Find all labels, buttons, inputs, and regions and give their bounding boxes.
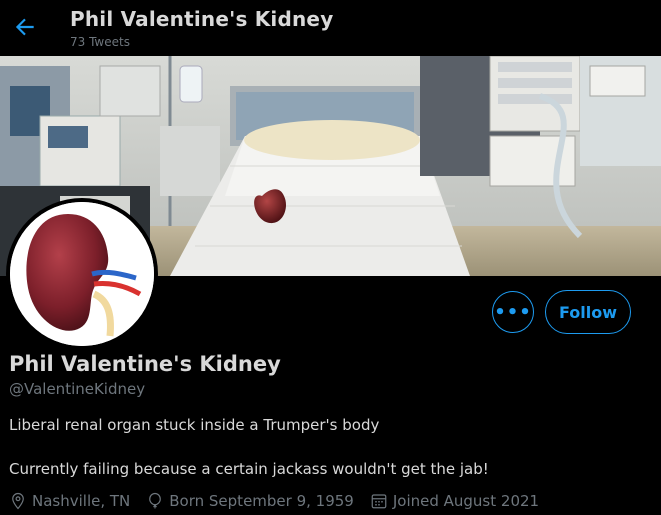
joined-item: Joined August 2021 [370,492,539,510]
calendar-icon [371,494,387,509]
bio-line-1: Liberal renal organ stuck inside a Trump… [9,416,380,434]
profile-handle: @ValentineKidney [9,380,146,398]
location-item: Nashville, TN [9,492,130,510]
map-pin-icon [12,492,24,510]
arrow-left-icon [15,18,34,36]
bio-line-2: Currently failing because a certain jack… [9,460,489,478]
birthday-text: Born September 9, 1959 [169,492,354,510]
joined-text: Joined August 2021 [392,492,540,510]
profile-header: Phil Valentine's Kidney 73 Tweets [0,0,661,56]
tweet-count: 73 Tweets [70,35,130,49]
follow-button[interactable]: Follow [545,290,631,334]
kidney-illustration [10,202,154,346]
balloon-icon [149,492,162,509]
profile-meta: Nashville, TN Born September 9, 1959 Joi… [9,492,555,510]
birthday-item: Born September 9, 1959 [146,492,354,510]
header-title: Phil Valentine's Kidney [70,7,334,31]
back-button[interactable] [12,14,38,40]
location-text: Nashville, TN [32,492,131,510]
more-options-button[interactable]: ••• [492,291,534,333]
avatar[interactable] [6,198,158,350]
profile-name: Phil Valentine's Kidney [9,352,281,376]
